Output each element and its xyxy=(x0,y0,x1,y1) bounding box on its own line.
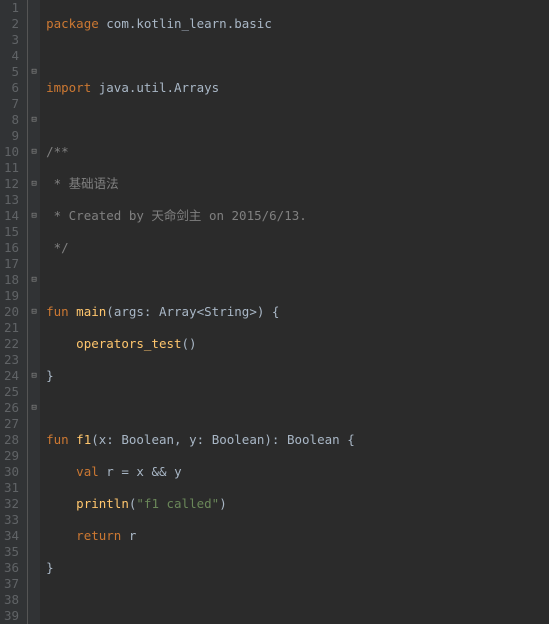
code-line[interactable]: * Created by 天命剑主 on 2015/6/13. xyxy=(46,208,549,224)
line-number: 34 xyxy=(4,528,19,544)
line-number: 28 xyxy=(4,432,19,448)
code-line[interactable]: */ xyxy=(46,240,549,256)
code-line[interactable] xyxy=(46,48,549,64)
line-number: 38 xyxy=(4,592,19,608)
code-line[interactable]: operators_test() xyxy=(46,336,549,352)
fold-gutter xyxy=(28,0,40,624)
fold-handle[interactable] xyxy=(28,208,40,224)
line-number: 1 xyxy=(4,0,19,16)
line-number: 17 xyxy=(4,256,19,272)
line-number: 36 xyxy=(4,560,19,576)
code-line[interactable]: import java.util.Arrays xyxy=(46,80,549,96)
code-line[interactable]: /** xyxy=(46,144,549,160)
fold-handle[interactable] xyxy=(28,272,40,288)
line-number: 25 xyxy=(4,384,19,400)
line-number: 10 xyxy=(4,144,19,160)
code-line[interactable]: println("f1 called") xyxy=(46,496,549,512)
line-number: 26 xyxy=(4,400,19,416)
code-line[interactable] xyxy=(46,112,549,128)
code-line[interactable] xyxy=(46,400,549,416)
line-number: 7 xyxy=(4,96,19,112)
line-number: 9 xyxy=(4,128,19,144)
line-number: 15 xyxy=(4,224,19,240)
line-number: 32 xyxy=(4,496,19,512)
line-number: 3 xyxy=(4,32,19,48)
line-number: 30 xyxy=(4,464,19,480)
line-number: 5 xyxy=(4,64,19,80)
line-number: 31 xyxy=(4,480,19,496)
line-number: 13 xyxy=(4,192,19,208)
line-number: 14 xyxy=(4,208,19,224)
line-number: 4 xyxy=(4,48,19,64)
code-line[interactable]: val r = x && y xyxy=(46,464,549,480)
fold-handle[interactable] xyxy=(28,368,40,384)
code-line[interactable]: package com.kotlin_learn.basic xyxy=(46,16,549,32)
line-number: 23 xyxy=(4,352,19,368)
code-line[interactable]: fun f1(x: Boolean, y: Boolean): Boolean … xyxy=(46,432,549,448)
code-editor[interactable]: package com.kotlin_learn.basic import ja… xyxy=(40,0,549,624)
code-line[interactable]: * 基础语法 xyxy=(46,176,549,192)
line-number: 22 xyxy=(4,336,19,352)
line-number: 19 xyxy=(4,288,19,304)
line-number: 20 xyxy=(4,304,19,320)
fold-handle[interactable] xyxy=(28,112,40,128)
fold-handle[interactable] xyxy=(28,144,40,160)
line-number: 35 xyxy=(4,544,19,560)
code-line[interactable] xyxy=(46,592,549,608)
line-number: 39 xyxy=(4,608,19,624)
line-number: 27 xyxy=(4,416,19,432)
code-line[interactable]: } xyxy=(46,368,549,384)
line-number: 2 xyxy=(4,16,19,32)
line-number: 16 xyxy=(4,240,19,256)
code-line[interactable]: } xyxy=(46,560,549,576)
line-number: 12 xyxy=(4,176,19,192)
fold-handle[interactable] xyxy=(28,304,40,320)
line-number: 29 xyxy=(4,448,19,464)
line-number: 37 xyxy=(4,576,19,592)
line-number: 24 xyxy=(4,368,19,384)
code-line[interactable]: return r xyxy=(46,528,549,544)
line-number: 6 xyxy=(4,80,19,96)
code-line[interactable]: fun main(args: Array<String>) { xyxy=(46,304,549,320)
line-number: 11 xyxy=(4,160,19,176)
fold-handle[interactable] xyxy=(28,64,40,80)
line-number-gutter: 1 2 3 4 5 6 7 8 9 10 11 12 13 14 15 16 1… xyxy=(0,0,28,624)
fold-handle[interactable] xyxy=(28,400,40,416)
fold-handle[interactable] xyxy=(28,176,40,192)
line-number: 8 xyxy=(4,112,19,128)
line-number: 18 xyxy=(4,272,19,288)
line-number: 33 xyxy=(4,512,19,528)
code-line[interactable] xyxy=(46,272,549,288)
line-number: 21 xyxy=(4,320,19,336)
